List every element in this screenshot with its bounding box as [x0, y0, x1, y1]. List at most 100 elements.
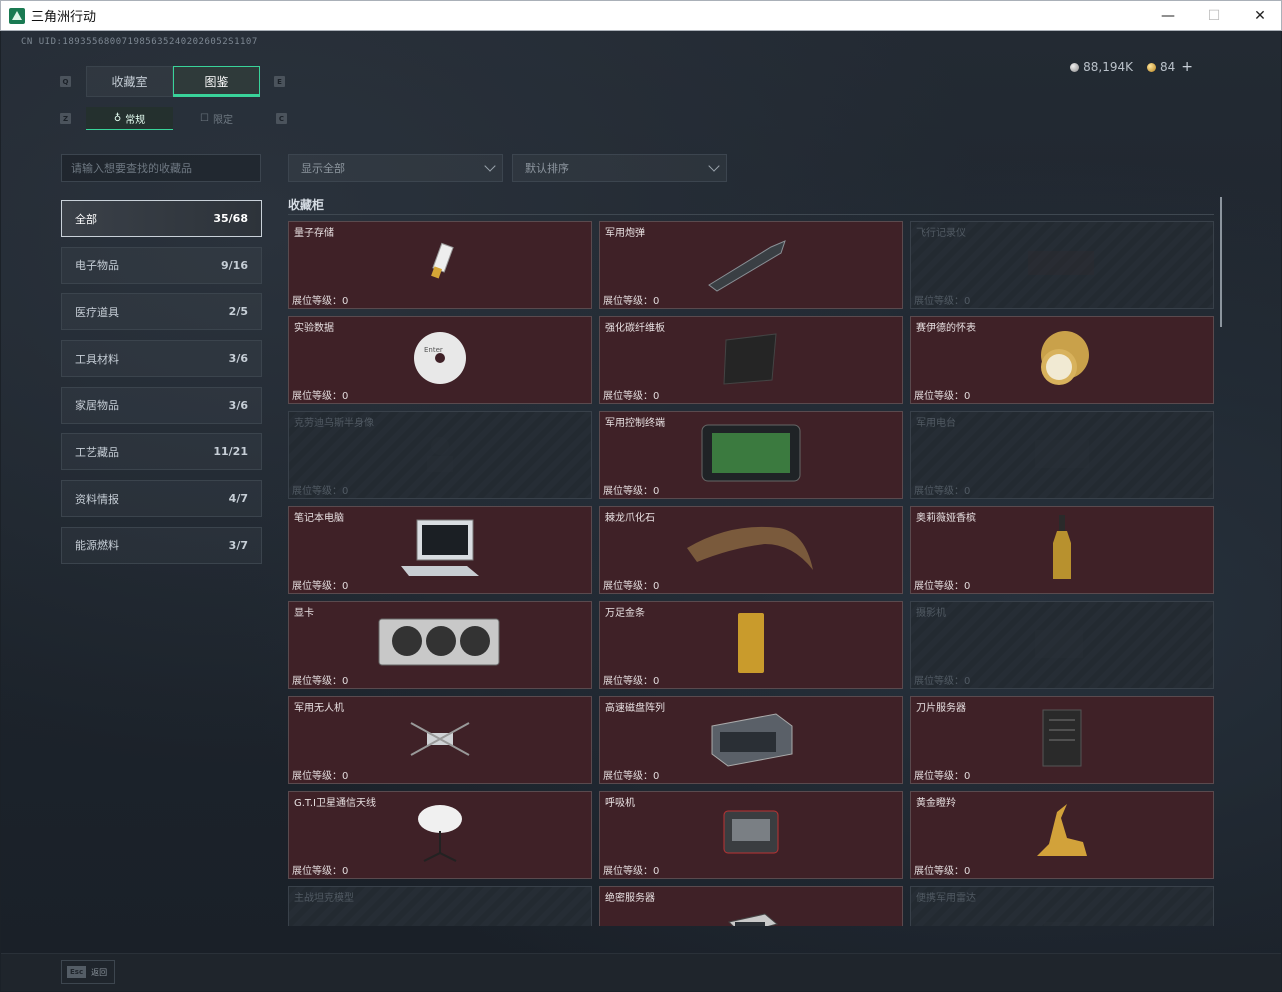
collection-card[interactable]: 军用控制终端 展位等级：0	[599, 411, 903, 499]
display-level: 展位等级：0	[914, 676, 971, 687]
category-electronics[interactable]: 电子物品 9/16	[61, 246, 262, 284]
collection-card[interactable]: 绝密服务器	[599, 886, 903, 926]
category-count: 3/6	[228, 352, 248, 366]
category-household[interactable]: 家居物品 3/6	[61, 386, 262, 424]
category-count: 3/6	[228, 398, 248, 412]
tab-catalog[interactable]: 图鉴	[173, 66, 260, 97]
svg-text:Enter: Enter	[424, 346, 443, 354]
category-list: 全部 35/68 电子物品 9/16 医疗道具 2/5 工具材料 3/6 家居物…	[61, 200, 262, 574]
tab-collection-room[interactable]: 收藏室	[86, 66, 173, 97]
gold-currency: 84 +	[1146, 59, 1193, 75]
collection-card[interactable]: 棘龙爪化石 展位等级：0	[599, 506, 903, 594]
display-level: 展位等级：0	[914, 391, 971, 402]
item-name: 高速磁盘阵列	[605, 703, 665, 714]
app-logo-icon	[9, 7, 25, 24]
category-count: 9/16	[221, 258, 248, 272]
category-label: 家居物品	[75, 399, 119, 413]
add-currency-button[interactable]: +	[1181, 59, 1193, 75]
esc-key-hint: Esc	[67, 966, 87, 978]
flight-recorder-icon	[1022, 243, 1102, 287]
collection-card[interactable]: 呼吸机展位等级：0	[599, 791, 903, 879]
maximize-button[interactable]: ☐	[1191, 1, 1237, 31]
collection-card[interactable]: G.T.I卫星通信天线 展位等级：0	[288, 791, 592, 879]
terminal-icon	[696, 421, 806, 489]
collection-card[interactable]: 实验数据 Enter 展位等级：0	[288, 316, 592, 404]
category-count: 4/7	[228, 492, 248, 506]
next-subtab-key-hint: C	[276, 113, 287, 124]
collection-card[interactable]: 强化碳纤维板 展位等级：0	[599, 316, 903, 404]
search-input[interactable]: 请输入想要查找的收藏品	[61, 154, 261, 182]
display-level: 展位等级：0	[603, 866, 660, 877]
bottom-bar: Esc 返回	[1, 953, 1281, 991]
subtab-regular[interactable]: ♁ 常规	[86, 107, 173, 130]
display-level: 展位等级：0	[292, 486, 349, 497]
item-name: 赛伊德的怀表	[916, 323, 976, 334]
window-title: 三角洲行动	[31, 10, 97, 25]
sort-dropdown[interactable]: 默认排序	[512, 154, 727, 182]
display-level: 展位等级：0	[914, 771, 971, 782]
item-name: 实验数据	[294, 323, 334, 334]
category-tools[interactable]: 工具材料 3/6	[61, 340, 262, 378]
display-level: 展位等级：0	[603, 676, 660, 687]
category-all[interactable]: 全部 35/68	[61, 200, 262, 237]
category-intel[interactable]: 资料情报 4/7	[61, 480, 262, 518]
grid-scrollbar[interactable]	[1220, 197, 1222, 327]
back-button[interactable]: Esc 返回	[61, 960, 115, 984]
silver-currency: 88,194K	[1070, 60, 1133, 74]
display-level: 展位等级：0	[292, 771, 349, 782]
display-level: 展位等级：0	[292, 676, 349, 687]
collection-grid-viewport: 量子存储 展位等级：0 军用炮弹 展位等级：0 飞行记录仪 展位等级：0 实验数据 Enter…	[288, 221, 1214, 926]
subtab-regular-label: 常规	[125, 114, 146, 126]
display-level: 展位等级：0	[292, 581, 349, 592]
collection-card[interactable]: 万足金条 展位等级：0	[599, 601, 903, 689]
subtab-limited[interactable]: ☐ 限定	[173, 107, 260, 130]
item-name: 呼吸机	[605, 798, 635, 809]
collection-card[interactable]: 便携军用雷达	[910, 886, 1214, 926]
collection-card[interactable]: 显卡 展位等级：0	[288, 601, 592, 689]
collection-card[interactable]: 奥莉薇娅香槟 展位等级：0	[910, 506, 1214, 594]
category-count: 35/68	[213, 212, 248, 225]
collection-card[interactable]: 摄影机 展位等级：0	[910, 601, 1214, 689]
collection-card[interactable]: 军用炮弹 展位等级：0	[599, 221, 903, 309]
collection-card[interactable]: 黄金瞪羚 展位等级：0	[910, 791, 1214, 879]
minimize-button[interactable]: —	[1145, 1, 1191, 31]
collection-card[interactable]: 笔记本电脑 展位等级：0	[288, 506, 592, 594]
section-title: 收藏柜	[288, 198, 325, 212]
category-label: 资料情报	[75, 492, 119, 506]
category-medical[interactable]: 医疗道具 2/5	[61, 293, 262, 331]
item-name: 黄金瞪羚	[916, 798, 956, 809]
subtab-limited-label: 限定	[212, 115, 233, 126]
collection-card[interactable]: 飞行记录仪 展位等级：0	[910, 221, 1214, 309]
category-label: 电子物品	[75, 259, 119, 273]
window-titlebar: 三角洲行动 — ☐ ✕	[0, 0, 1282, 31]
collection-card[interactable]: 军用无人机展位等级：0	[288, 696, 592, 784]
category-count: 2/5	[228, 305, 248, 319]
champagne-icon	[1047, 513, 1077, 587]
sub-tabs: ♁ 常规 ☐ 限定	[86, 107, 260, 130]
gpu-icon	[375, 613, 505, 677]
category-label: 工艺藏品	[75, 445, 119, 459]
category-energy[interactable]: 能源燃料 3/7	[61, 526, 262, 564]
display-level: 展位等级：0	[603, 391, 660, 402]
collection-card[interactable]: 高速磁盘阵列 展位等级：0	[599, 696, 903, 784]
close-button[interactable]: ✕	[1237, 1, 1282, 31]
item-name: 军用无人机	[294, 703, 344, 714]
section-divider	[288, 214, 1214, 215]
shell-icon	[701, 233, 801, 297]
tank-model-icon	[410, 908, 470, 926]
disc-icon: Enter	[410, 328, 470, 392]
show-filter-value: 显示全部	[301, 162, 345, 175]
collection-card[interactable]: 刀片服务器 展位等级：0	[910, 696, 1214, 784]
category-crafts[interactable]: 工艺藏品 11/21	[61, 433, 262, 471]
camera-icon	[1027, 618, 1097, 672]
collection-card[interactable]: 克劳迪乌斯半身像 展位等级：0	[288, 411, 592, 499]
collection-card[interactable]: 赛伊德的怀表 展位等级：0	[910, 316, 1214, 404]
show-filter-dropdown[interactable]: 显示全部	[288, 154, 503, 182]
collection-card[interactable]: 主战坦克模型	[288, 886, 592, 926]
display-level: 展位等级：0	[292, 866, 349, 877]
sort-value: 默认排序	[525, 162, 569, 175]
collection-card[interactable]: 军用电台 展位等级：0	[910, 411, 1214, 499]
collection-card[interactable]: 量子存储 展位等级：0	[288, 221, 592, 309]
display-level: 展位等级：0	[914, 486, 971, 497]
laptop-icon	[395, 516, 485, 584]
